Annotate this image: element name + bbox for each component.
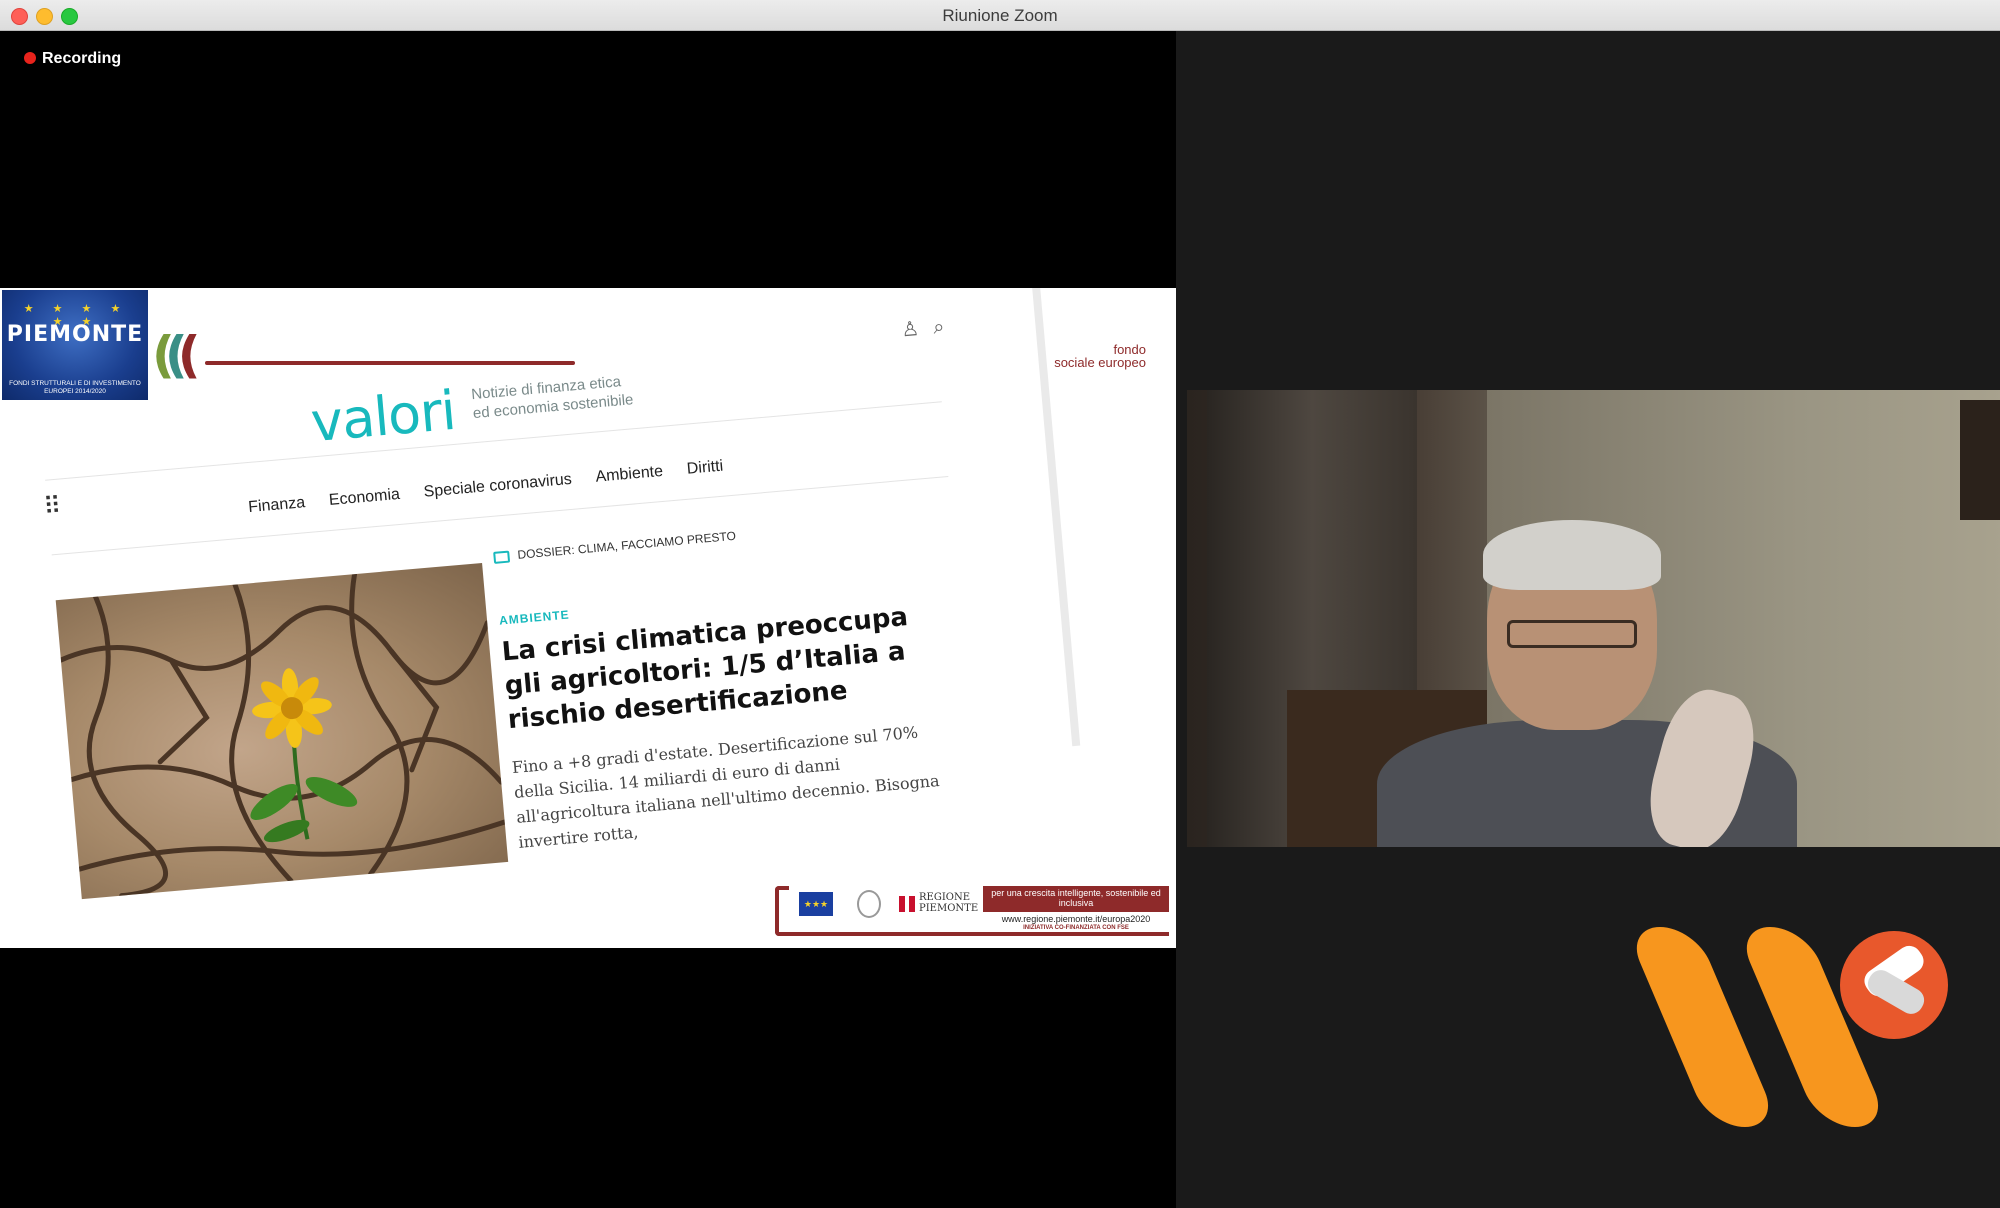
search-icon: ⌕ bbox=[932, 315, 946, 339]
dossier-label: DOSSIER: CLIMA, FACCIAMO PRESTO bbox=[493, 529, 736, 564]
recording-label: Recording bbox=[42, 50, 122, 67]
participant-hair bbox=[1483, 520, 1661, 590]
regione-url: www.regione.piemonte.it/europa2020 bbox=[1001, 914, 1151, 924]
webpage-scrollbar bbox=[1029, 288, 1081, 747]
dossier-text: DOSSIER: CLIMA, FACCIAMO PRESTO bbox=[516, 528, 737, 562]
webpage-nav: Finanza Economia Speciale coronavirus Ambie… bbox=[248, 456, 748, 518]
nav-item-finanza: Finanza bbox=[247, 494, 306, 517]
nav-item-ambiente: Ambiente bbox=[594, 462, 664, 486]
slogan-box: per una crescita intelligente, sostenibi… bbox=[983, 886, 1169, 912]
webpage-header-icons: ♙ ⌕ bbox=[886, 314, 945, 344]
italy-emblem-icon bbox=[857, 890, 881, 918]
organization-logo bbox=[1625, 927, 1955, 1167]
apps-grid-icon: ⠿ bbox=[42, 492, 64, 521]
footer-logos: ★★★ REGIONE PIEMONTE per una crescita in… bbox=[775, 886, 1170, 940]
regione-piemonte-label: REGIONE PIEMONTE bbox=[919, 892, 979, 914]
recording-indicator: Recording bbox=[24, 50, 121, 68]
window-title: Riunione Zoom bbox=[942, 6, 1058, 25]
book-icon bbox=[493, 550, 511, 564]
cracked-earth-flower-image bbox=[58, 571, 508, 899]
article-photo bbox=[55, 562, 509, 900]
window-titlebar: Riunione Zoom bbox=[0, 0, 2000, 31]
shared-slide: ★ ★ ★ ★ ★ ★ PIEMONTE FONDI STRUTTURALI E… bbox=[0, 288, 1176, 948]
cofinanced-label: INIZIATIVA CO-FINANZIATA CON FSE bbox=[1023, 925, 1129, 931]
regione-piemonte-flag-icon bbox=[899, 896, 915, 912]
handshake-icon bbox=[1840, 931, 1948, 1039]
recording-dot-icon bbox=[24, 52, 36, 64]
participant-glasses bbox=[1507, 620, 1637, 648]
article-excerpt: Fino a +8 gradi d'estate. Desertificazio… bbox=[511, 722, 941, 852]
footer-bracket bbox=[775, 886, 789, 936]
article-category: AMBIENTE bbox=[498, 607, 571, 628]
nav-item-economia: Economia bbox=[328, 485, 401, 510]
participant-video[interactable] bbox=[1187, 390, 2000, 847]
nav-item-speciale-coronavirus: Speciale coronavirus bbox=[423, 470, 573, 501]
valori-webpage-screenshot: ♙ ⌕ valori Notizie di finanza etica ed ec… bbox=[0, 288, 1115, 900]
nav-item-diritti: Diritti bbox=[686, 457, 724, 478]
eu-flag-icon: ★★★ bbox=[799, 892, 833, 916]
valori-tagline: Notizie di finanza etica ed economia sos… bbox=[471, 371, 635, 423]
valori-logo: valori bbox=[308, 378, 458, 455]
user-icon: ♙ bbox=[900, 318, 921, 342]
footer-red-line bbox=[789, 932, 1169, 936]
video-picture-frame bbox=[1960, 400, 2000, 520]
